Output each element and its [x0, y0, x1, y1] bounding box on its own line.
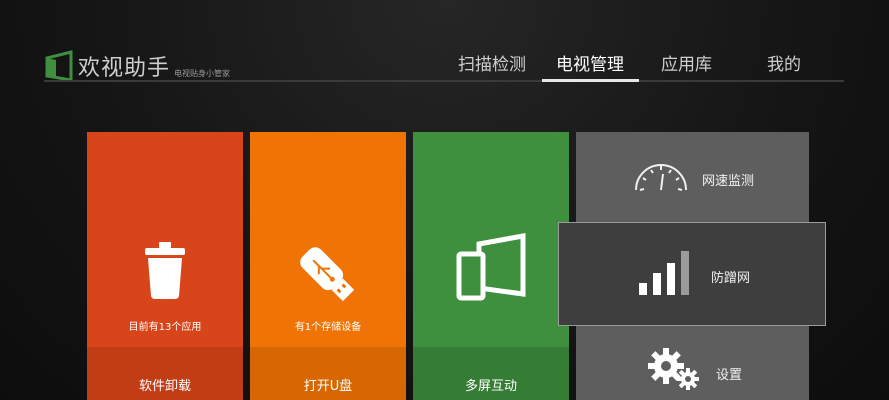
app-subtitle: 电视贴身小管家 [174, 69, 231, 78]
tab-tv-management[interactable]: 电视管理 [556, 50, 624, 75]
header: 欢视助手 电视贴身小管家 扫描检测 电视管理 应用库 我的 [0, 0, 889, 90]
uninstall-status: 目前有13个应用 [128, 322, 202, 333]
usb-label: 打开U盘 [303, 379, 353, 394]
uninstall-label: 软件卸载 [138, 379, 191, 394]
tile-multi-screen[interactable]: 多屏互动 [413, 132, 569, 400]
tv-screen-icon [45, 50, 73, 82]
header-divider [44, 80, 844, 82]
multi-screen-icon [413, 232, 569, 312]
tile-open-usb[interactable]: 有1个存储设备 打开U盘 [250, 132, 406, 400]
anti-wifi-theft-label: 防蹭网 [711, 271, 751, 286]
speed-test-item[interactable]: 网速监测 [576, 132, 809, 222]
signal-bars-icon [639, 251, 689, 295]
usb-status: 有1个存储设备 [294, 322, 362, 333]
trash-icon [87, 240, 243, 304]
tile-uninstall[interactable]: 目前有13个应用 软件卸载 [87, 132, 243, 400]
app-title: 欢视助手 [78, 56, 171, 81]
active-tab-indicator [542, 79, 639, 82]
app-logo: 欢视助手 电视贴身小管家 [44, 50, 230, 82]
multi-screen-label: 多屏互动 [464, 379, 517, 394]
tab-mine[interactable]: 我的 [767, 50, 801, 75]
speed-test-label: 网速监测 [702, 174, 755, 189]
settings-label: 设置 [716, 368, 743, 383]
usb-drive-icon [250, 240, 406, 314]
anti-wifi-theft-item[interactable]: 防蹭网 [558, 222, 826, 326]
tab-scan[interactable]: 扫描检测 [458, 50, 526, 75]
settings-item[interactable]: 设置 [576, 326, 809, 400]
speedometer-icon [635, 164, 687, 191]
gear-icon [648, 348, 699, 390]
tab-app-store[interactable]: 应用库 [661, 50, 712, 75]
